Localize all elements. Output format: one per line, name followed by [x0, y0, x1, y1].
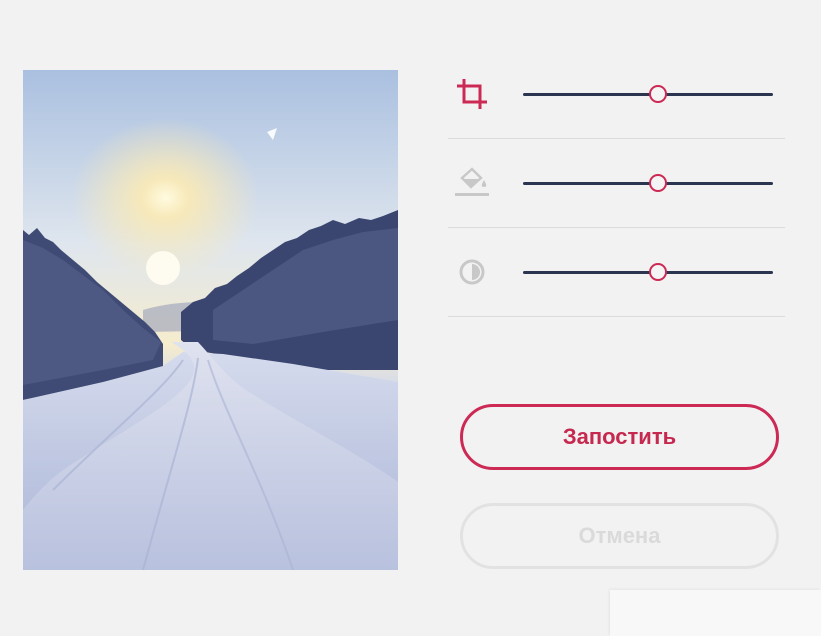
- contrast-icon[interactable]: [452, 254, 492, 290]
- preview-photo: [23, 70, 398, 570]
- contrast-control-row: [448, 228, 785, 317]
- corner-panel: [610, 590, 821, 636]
- winter-road-image: [23, 70, 398, 570]
- crop-icon[interactable]: [452, 76, 492, 112]
- cancel-button[interactable]: Отмена: [460, 503, 779, 569]
- slider-track[interactable]: [523, 181, 773, 185]
- crop-control-row: [448, 50, 785, 139]
- fill-control-row: [448, 139, 785, 228]
- slider-thumb[interactable]: [649, 174, 667, 192]
- slider-thumb[interactable]: [649, 85, 667, 103]
- slider-track[interactable]: [523, 270, 773, 274]
- slider-thumb[interactable]: [649, 263, 667, 281]
- slider-track[interactable]: [523, 92, 773, 96]
- paint-bucket-icon[interactable]: [452, 165, 492, 201]
- post-button[interactable]: Запостить: [460, 404, 779, 470]
